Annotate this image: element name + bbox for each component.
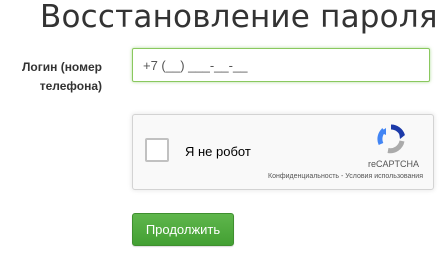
recaptcha-terms-link[interactable]: Условия использования bbox=[345, 173, 423, 180]
recaptcha-privacy-link[interactable]: Конфиденциальность bbox=[268, 173, 339, 180]
recaptcha-widget: Я не робот reCAPTCHA Конфиденциальность … bbox=[132, 114, 434, 190]
recaptcha-checkbox[interactable] bbox=[145, 138, 169, 162]
login-label: Логин (номер телефона) bbox=[10, 58, 102, 96]
recaptcha-links: Конфиденциальность - Условия использован… bbox=[268, 173, 423, 180]
recaptcha-brand: reCAPTCHA bbox=[368, 159, 420, 169]
login-phone-input[interactable] bbox=[132, 48, 430, 82]
recaptcha-label: Я не робот bbox=[185, 144, 251, 159]
continue-button[interactable]: Продолжить bbox=[132, 213, 234, 246]
page-title: Восстановление пароля bbox=[40, 0, 438, 35]
login-label-line2: телефона) bbox=[39, 79, 102, 93]
recaptcha-logo-icon bbox=[377, 124, 405, 154]
login-label-line1: Логин (номер bbox=[21, 60, 102, 74]
